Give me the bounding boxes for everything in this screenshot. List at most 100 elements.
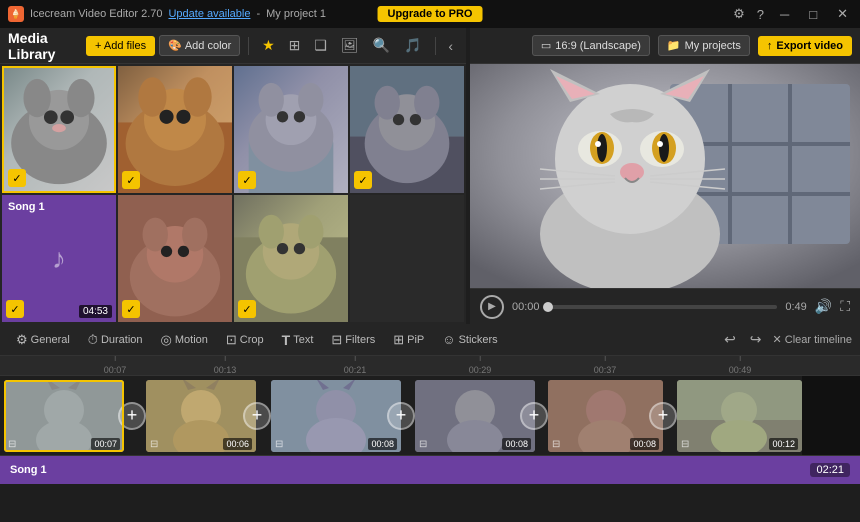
filters-icon: ⊟ — [331, 332, 342, 348]
media-toolbar: Media Library + Add files 🎨 Add color ★ … — [0, 28, 466, 64]
media-library-label: Media Library — [8, 30, 76, 62]
clip-duration-2: 00:06 — [223, 438, 252, 450]
media-item[interactable]: ✓ — [118, 195, 232, 322]
text-icon: T — [282, 332, 291, 348]
current-time: 00:00 — [512, 301, 540, 313]
redo-button[interactable]: ↪ — [747, 328, 765, 351]
general-tool[interactable]: ⚙ General — [8, 329, 78, 351]
filters-label: Filters — [345, 334, 375, 346]
image-filter-button[interactable]: 🖼 — [336, 34, 364, 57]
player-controls: ▶ 00:00 0:49 🔊 ⛶ — [470, 288, 860, 324]
add-clip-button-1[interactable]: + — [118, 402, 146, 430]
collapse-button[interactable]: ‹ — [443, 35, 458, 57]
my-projects-button[interactable]: 📁 My projects — [658, 35, 750, 56]
help-icon[interactable]: ? — [757, 7, 764, 22]
song-label: Song 1 — [8, 201, 45, 213]
clear-timeline-button[interactable]: ✕ Clear timeline — [773, 333, 852, 346]
media-item-song[interactable]: Song 1 ♪ 04:53 ✓ — [2, 195, 116, 322]
video-track: 00:07 ⊟ + 00:06 ⊟ — [0, 376, 860, 456]
song-track-label: Song 1 — [10, 464, 47, 476]
crop-tool[interactable]: ⊡ Crop — [218, 329, 272, 351]
motion-label: Motion — [175, 334, 208, 346]
add-files-button[interactable]: + Add files — [86, 36, 155, 56]
add-clip-button-2[interactable]: + — [243, 402, 271, 430]
grid2-button[interactable]: ❑ — [309, 34, 332, 57]
media-item[interactable]: ✓ — [118, 66, 232, 193]
aspect-icon: ▭ — [541, 39, 551, 52]
timeline-section: ⚙ General ⏱ Duration ◎ Motion ⊡ Crop T T… — [0, 324, 860, 492]
timeline-ruler: 00:07 00:13 00:21 00:29 00:37 00:49 — [0, 356, 860, 376]
filters-tool[interactable]: ⊟ Filters — [323, 329, 383, 351]
toolbar-separator-2 — [435, 37, 436, 55]
search-button[interactable]: 🔍 — [368, 34, 395, 57]
music-filter-button[interactable]: 🎵 — [399, 34, 426, 57]
star-filter-button[interactable]: ★ — [257, 34, 280, 57]
maximize-button[interactable]: □ — [805, 7, 821, 22]
clip-icon-3: ⊟ — [275, 439, 283, 450]
add-clip-button-5[interactable]: + — [649, 402, 677, 430]
timeline-clip-4[interactable]: 00:08 ⊟ — [415, 380, 535, 452]
motion-tool[interactable]: ◎ Motion — [153, 329, 216, 351]
update-link[interactable]: Update available — [168, 8, 250, 20]
timeline-clip-1[interactable]: 00:07 ⊟ — [4, 380, 124, 452]
pip-label: PiP — [407, 334, 424, 346]
export-video-button[interactable]: ↑ Export video — [758, 36, 852, 56]
add-color-button[interactable]: 🎨 Add color — [159, 35, 240, 56]
titlebar-right: ⚙ ? ─ □ ✕ — [733, 6, 852, 22]
clear-timeline-label: Clear timeline — [785, 334, 852, 346]
settings-icon[interactable]: ⚙ — [733, 6, 745, 22]
upgrade-button[interactable]: Upgrade to PRO — [378, 6, 483, 22]
check-mark: ✓ — [238, 171, 256, 189]
clip-icon-1: ⊟ — [8, 439, 16, 450]
project-name: My project 1 — [266, 8, 326, 20]
my-projects-label: My projects — [685, 40, 741, 52]
timeline-clip-3[interactable]: 00:08 ⊟ — [271, 380, 401, 452]
minimize-button[interactable]: ─ — [776, 7, 793, 22]
preview-panel: ▭ 16:9 (Landscape) 📁 My projects ↑ Expor… — [470, 28, 860, 324]
media-item[interactable]: ✓ — [234, 66, 348, 193]
pip-tool[interactable]: ⊞ PiP — [385, 329, 432, 351]
media-item-empty — [350, 195, 464, 322]
progress-bar[interactable] — [548, 305, 778, 309]
toolbar-separator-1 — [248, 37, 249, 55]
export-label: Export video — [776, 40, 843, 52]
undo-button[interactable]: ↩ — [721, 328, 739, 351]
text-tool[interactable]: T Text — [274, 329, 322, 351]
stickers-tool[interactable]: ☺ Stickers — [434, 329, 505, 350]
grid4-button[interactable]: ⊞ — [284, 34, 306, 57]
close-button[interactable]: ✕ — [833, 6, 852, 22]
aspect-ratio-button[interactable]: ▭ 16:9 (Landscape) — [532, 35, 650, 56]
song-track[interactable]: Song 1 02:21 — [0, 456, 860, 484]
media-item[interactable]: ✓ — [350, 66, 464, 193]
media-grid: ✓ ✓ — [0, 64, 466, 324]
timeline-clip-2[interactable]: 00:06 ⊟ — [146, 380, 256, 452]
export-icon: ↑ — [767, 40, 773, 52]
media-library-panel: Media Library + Add files 🎨 Add color ★ … — [0, 28, 466, 324]
track-empty-area — [802, 376, 860, 455]
close-icon: ✕ — [773, 333, 782, 346]
timeline-tracks: 00:07 ⊟ + 00:06 ⊟ — [0, 376, 860, 492]
ruler-mark-5: 00:37 — [594, 365, 617, 375]
timeline-actions: ↩ ↪ ✕ Clear timeline — [721, 328, 852, 351]
clip-icon-4: ⊟ — [419, 439, 427, 450]
app-name: Icecream Video Editor 2.70 — [30, 8, 162, 20]
timeline-clip-5[interactable]: 00:08 ⊟ — [548, 380, 663, 452]
check-mark: ✓ — [238, 300, 256, 318]
stickers-label: Stickers — [459, 334, 498, 346]
titlebar-left: 🍦 Icecream Video Editor 2.70 Update avai… — [8, 6, 326, 22]
progress-handle[interactable] — [543, 302, 553, 312]
duration-tool[interactable]: ⏱ Duration — [80, 329, 151, 351]
fullscreen-icon[interactable]: ⛶ — [840, 298, 850, 315]
volume-icon[interactable]: 🔊 — [815, 298, 832, 315]
timeline-clip-6[interactable]: 00:12 ⊟ — [677, 380, 802, 452]
play-button[interactable]: ▶ — [480, 295, 504, 319]
add-clip-button-3[interactable]: + — [387, 402, 415, 430]
clip-duration-1: 00:07 — [91, 438, 120, 450]
add-color-label: Add color — [185, 40, 231, 52]
app-icon: 🍦 — [8, 6, 24, 22]
aspect-ratio-label: 16:9 (Landscape) — [555, 40, 641, 52]
add-clip-button-4[interactable]: + — [520, 402, 548, 430]
clip-duration-6: 00:12 — [769, 438, 798, 450]
media-item[interactable]: ✓ — [234, 195, 348, 322]
media-item[interactable]: ✓ — [2, 66, 116, 193]
